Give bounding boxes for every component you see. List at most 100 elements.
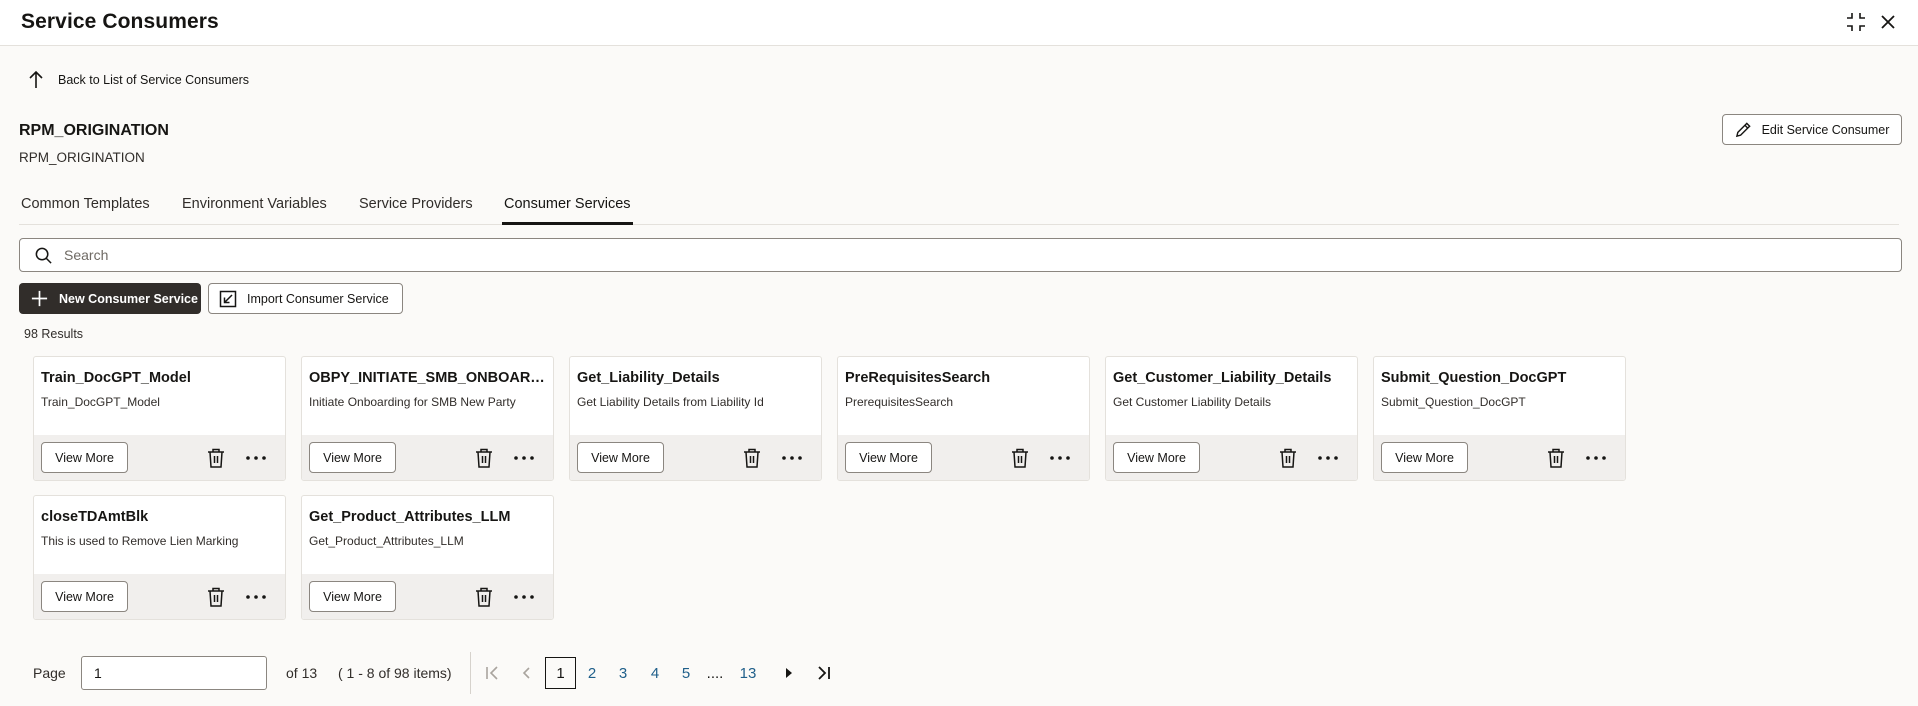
card-footer: View More	[302, 574, 553, 619]
more-options-icon[interactable]	[513, 588, 535, 606]
card-title: OBPY_INITIATE_SMB_ONBOARDING	[309, 370, 547, 386]
service-card[interactable]: Get_Product_Attributes_LLM Get_Product_At…	[301, 495, 554, 620]
search-icon	[35, 247, 52, 264]
service-card[interactable]: Get_Customer_Liability_Details Get Custom…	[1105, 356, 1358, 481]
card-title: Get_Product_Attributes_LLM	[309, 509, 511, 525]
page-13-button[interactable]: 13	[739, 657, 757, 689]
page-5-button[interactable]: 5	[677, 657, 695, 689]
view-more-button[interactable]: View More	[845, 442, 932, 473]
card-footer: View More	[838, 435, 1089, 480]
card-footer: View More	[34, 574, 285, 619]
more-options-icon[interactable]	[245, 449, 267, 467]
card-description: PrerequisitesSearch	[845, 395, 954, 409]
view-more-button[interactable]: View More	[41, 581, 128, 612]
page-4-button[interactable]: 4	[646, 657, 664, 689]
delete-icon[interactable]	[1010, 447, 1030, 469]
edit-service-consumer-button[interactable]: Edit Service Consumer	[1722, 114, 1902, 145]
close-icon[interactable]	[1878, 12, 1898, 32]
more-options-icon[interactable]	[1317, 449, 1339, 467]
item-range-label: ( 1 - 8 of 98 items)	[338, 665, 452, 681]
tab-environment-variables[interactable]: Environment Variables	[182, 196, 327, 225]
view-more-button[interactable]: View More	[309, 442, 396, 473]
service-card[interactable]: Get_Liability_Details Get Liability Detai…	[569, 356, 822, 481]
new-button-label: New Consumer Service	[59, 291, 198, 306]
delete-icon[interactable]	[474, 586, 494, 608]
search-box	[19, 238, 1902, 272]
tab-service-providers[interactable]: Service Providers	[359, 196, 473, 225]
card-description: Get Customer Liability Details	[1113, 395, 1272, 409]
plus-icon	[31, 290, 48, 307]
service-card[interactable]: OBPY_INITIATE_SMB_ONBOARDING Initiate Onb…	[301, 356, 554, 481]
page-count-label: of 13	[286, 665, 318, 681]
card-footer: View More	[1374, 435, 1625, 480]
page-number-input[interactable]	[81, 656, 267, 690]
page-title: Service Consumers	[21, 10, 219, 33]
view-more-button[interactable]: View More	[1381, 442, 1468, 473]
card-title: Get_Customer_Liability_Details	[1113, 370, 1332, 386]
page-3-button[interactable]: 3	[614, 657, 632, 689]
delete-icon[interactable]	[1278, 447, 1298, 469]
tab-bar: Common Templates Environment Variables S…	[19, 190, 1899, 225]
card-footer: View More	[1106, 435, 1357, 480]
results-count: 98 Results	[24, 327, 84, 341]
card-description: Initiate Onboarding for SMB New Party	[309, 395, 516, 409]
pagination: Page of 13 ( 1 - 8 of 98 items) 1 2 3 4 …	[0, 652, 1918, 694]
back-link-label: Back to List of Service Consumers	[58, 73, 250, 87]
tab-consumer-services[interactable]: Consumer Services	[502, 196, 633, 225]
collapse-icon[interactable]	[1846, 12, 1866, 32]
last-page-icon[interactable]	[815, 664, 833, 682]
service-card[interactable]: closeTDAmtBlk This is used to Remove Lien…	[33, 495, 286, 620]
delete-icon[interactable]	[1546, 447, 1566, 469]
delete-icon[interactable]	[474, 447, 494, 469]
view-more-button[interactable]: View More	[309, 581, 396, 612]
card-title: Train_DocGPT_Model	[41, 370, 191, 386]
card-description: Get_Product_Attributes_LLM	[309, 534, 464, 548]
more-options-icon[interactable]	[1049, 449, 1071, 467]
delete-icon[interactable]	[206, 586, 226, 608]
card-title: Get_Liability_Details	[577, 370, 720, 386]
card-description: Get Liability Details from Liability Id	[577, 395, 764, 409]
import-icon	[219, 290, 237, 307]
more-options-icon[interactable]	[1585, 449, 1607, 467]
import-button-label: Import Consumer Service	[247, 291, 389, 306]
more-options-icon[interactable]	[781, 449, 803, 467]
view-more-button[interactable]: View More	[577, 442, 664, 473]
more-options-icon[interactable]	[245, 588, 267, 606]
service-card[interactable]: PreRequisitesSearch PrerequisitesSearch Vi…	[837, 356, 1090, 481]
tab-common-templates[interactable]: Common Templates	[21, 196, 150, 225]
delete-icon[interactable]	[742, 447, 762, 469]
card-title: closeTDAmtBlk	[41, 509, 149, 525]
card-title: PreRequisitesSearch	[845, 370, 991, 386]
card-footer: View More	[34, 435, 285, 480]
page-label: Page	[33, 665, 66, 681]
pencil-icon	[1735, 122, 1751, 138]
service-card[interactable]: Train_DocGPT_Model Train_DocGPT_Model View…	[33, 356, 286, 481]
import-consumer-service-button[interactable]: Import Consumer Service	[208, 283, 403, 314]
card-footer: View More	[302, 435, 553, 480]
view-more-button[interactable]: View More	[1113, 442, 1200, 473]
next-page-icon[interactable]	[780, 664, 798, 682]
view-more-button[interactable]: View More	[41, 442, 128, 473]
consumer-name: RPM_ORIGINATION	[19, 122, 169, 139]
page-ellipsis: ....	[706, 664, 724, 682]
page-2-button[interactable]: 2	[583, 657, 601, 689]
new-consumer-service-button[interactable]: New Consumer Service	[19, 283, 201, 314]
back-to-list-link[interactable]: Back to List of Service Consumers	[28, 68, 249, 92]
card-description: Train_DocGPT_Model	[41, 395, 160, 409]
card-description: This is used to Remove Lien Marking	[41, 534, 239, 548]
arrow-up-icon	[29, 70, 43, 88]
edit-button-label: Edit Service Consumer	[1761, 122, 1890, 137]
search-input[interactable]	[64, 243, 1884, 267]
previous-page-icon[interactable]	[517, 664, 535, 682]
title-bar: Service Consumers	[0, 0, 1918, 46]
first-page-icon[interactable]	[483, 664, 501, 682]
more-options-icon[interactable]	[513, 449, 535, 467]
service-card[interactable]: Submit_Question_DocGPT Submit_Question_Do…	[1373, 356, 1626, 481]
delete-icon[interactable]	[206, 447, 226, 469]
card-description: Submit_Question_DocGPT	[1381, 395, 1526, 409]
pager-divider	[470, 652, 471, 694]
consumer-subtitle: RPM_ORIGINATION	[19, 150, 145, 165]
page-1-button[interactable]: 1	[545, 657, 576, 689]
card-footer: View More	[570, 435, 821, 480]
card-title: Submit_Question_DocGPT	[1381, 370, 1567, 386]
